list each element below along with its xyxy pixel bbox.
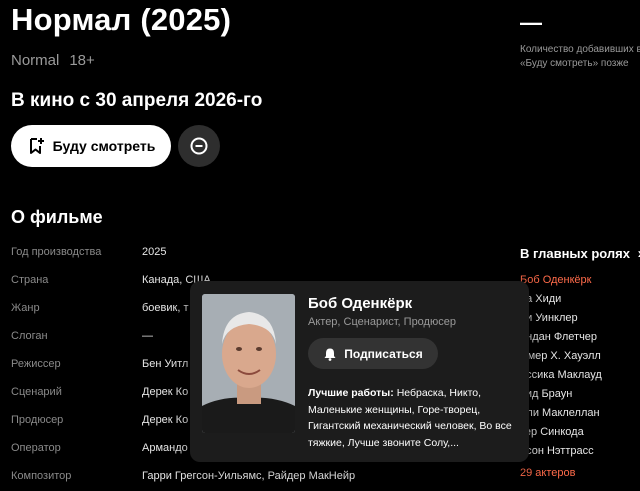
info-value[interactable]: Дерек Ко [142, 386, 188, 398]
original-title-text: Normal [11, 52, 60, 69]
minus-circle-icon [190, 137, 208, 155]
bookmark-plus-icon [29, 138, 44, 154]
info-value[interactable]: боевик, т [142, 302, 189, 314]
cast-member[interactable]: ендан Флетчер [520, 331, 597, 343]
original-title: Normal 18+ [11, 52, 95, 69]
best-works: Лучшие работы: Небраска, Никто, Маленьки… [308, 385, 516, 451]
info-label: Сценарий [11, 386, 62, 398]
release-date: В кино с 30 апреля 2026-го [11, 90, 263, 111]
age-rating: 18+ [69, 52, 95, 69]
watchlist-count-note: Количество добавивших в «Буду смотреть» … [520, 44, 640, 69]
rating-placeholder: — [520, 10, 542, 35]
cast-member[interactable]: Боб Оденкёрк [520, 274, 591, 286]
info-label: Жанр [11, 302, 40, 314]
watch-later-button[interactable]: Буду смотреть [11, 125, 171, 167]
person-popup: Боб Оденкёрк Актер, Сценарист, Продюсер … [190, 281, 529, 462]
person-photo[interactable] [202, 294, 295, 433]
info-value[interactable]: Гарри Грегсон-Уильямс, Райдер МакНейр [142, 470, 355, 482]
cast-heading: В главных ролях [520, 246, 630, 261]
info-value[interactable]: Армандо [142, 442, 188, 454]
movie-title: Нормал (2025) [11, 2, 232, 37]
cast-member[interactable]: лли Маклеллан [520, 407, 600, 419]
info-label: Продюсер [11, 414, 64, 426]
info-value[interactable]: Дерек Ко [142, 414, 188, 426]
info-label: Страна [11, 274, 49, 286]
info-label: Год производства [11, 246, 102, 258]
bell-icon [324, 348, 336, 361]
cast-member[interactable]: рсон Нэттрасс [520, 445, 594, 457]
person-photo-image [202, 294, 295, 433]
info-label: Композитор [11, 470, 72, 482]
subscribe-button[interactable]: Подписаться [308, 338, 438, 369]
cast-member[interactable]: ммер Х. Хауэлл [520, 350, 601, 362]
info-value: — [142, 330, 153, 342]
info-label: Слоган [11, 330, 48, 342]
person-name[interactable]: Боб Оденкёрк [308, 295, 412, 312]
info-value[interactable]: Бен Уитл [142, 358, 188, 370]
cast-member[interactable]: ессика Маклауд [520, 369, 602, 381]
best-works-label: Лучшие работы: [308, 387, 394, 399]
cast-count-link[interactable]: 29 актеров [520, 467, 575, 479]
info-label: Оператор [11, 442, 61, 454]
not-interested-button[interactable] [178, 125, 220, 167]
cast-member[interactable]: тер Синкода [520, 426, 584, 438]
watch-later-label: Буду смотреть [52, 138, 156, 154]
subscribe-label: Подписаться [344, 346, 423, 361]
info-value: 2025 [142, 246, 167, 258]
cast-heading-link[interactable]: В главных ролях › [520, 245, 640, 262]
about-heading: О фильме [11, 207, 103, 227]
info-label: Режиссер [11, 358, 61, 370]
person-roles: Актер, Сценарист, Продюсер [308, 316, 456, 328]
